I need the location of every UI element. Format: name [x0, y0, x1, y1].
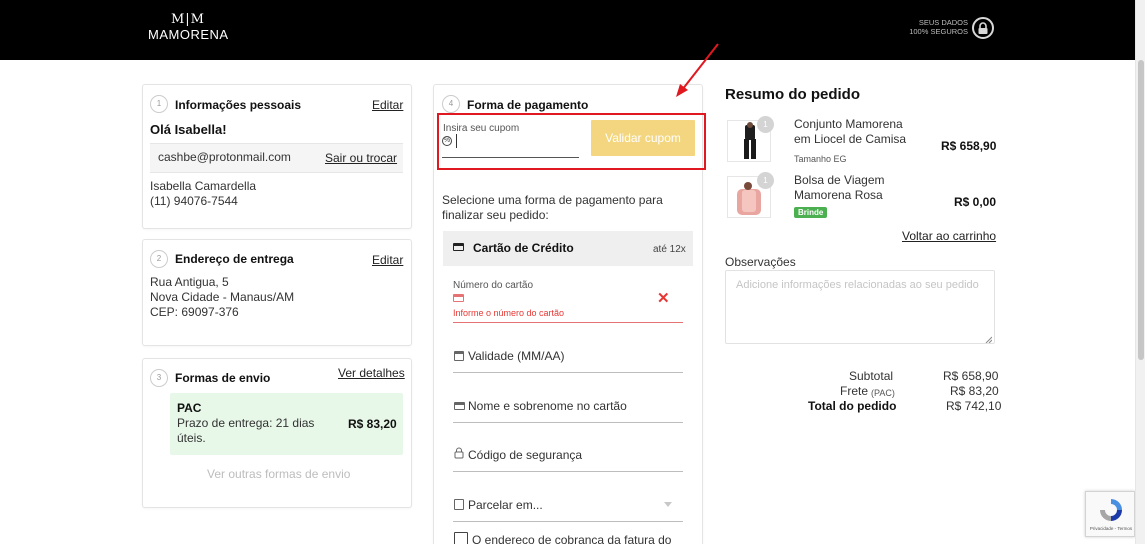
- logo-mark: M|M: [170, 12, 205, 27]
- payment-instruction-2: finalizar seu pedido:: [442, 208, 549, 222]
- order-summary-title: Resumo do pedido: [725, 86, 860, 103]
- address-line-3: CEP: 69097-376: [150, 305, 239, 319]
- notes-textarea[interactable]: Adicione informações relacionadas ao seu…: [725, 270, 995, 344]
- card-number-input[interactable]: [468, 291, 648, 305]
- card-holder-underline: [453, 422, 683, 423]
- address-line-1: Rua Antigua, 5: [150, 275, 229, 289]
- step-1-indicator: 1: [150, 95, 168, 113]
- coupon-highlight-annotation: [437, 113, 706, 170]
- subtotal-label: Subtotal: [849, 369, 894, 383]
- page-scrollbar[interactable]: [1135, 0, 1145, 544]
- billing-address-label: O endereço de cobrança da fatura do: [472, 533, 672, 544]
- resize-handle-icon: [985, 336, 992, 343]
- step-3-indicator: 3: [150, 369, 168, 387]
- edit-personal-link[interactable]: Editar: [372, 98, 403, 112]
- other-shipping-link[interactable]: Ver outras formas de envio: [207, 467, 350, 482]
- validity-input[interactable]: Validade (MM/AA): [468, 349, 564, 363]
- secure-data-note: SEUS DADOS 100% SEGUROS: [909, 18, 968, 36]
- total-label: Total do pedido: [808, 399, 897, 413]
- address-line-2: Nova Cidade - Manaus/AM: [150, 290, 295, 304]
- card-number-icon: [453, 294, 464, 302]
- card-number-label: Número do cartão: [453, 280, 534, 291]
- card-holder-input[interactable]: Nome e sobrenome no cartão: [468, 399, 627, 413]
- installments-select[interactable]: Parcelar em...: [468, 498, 543, 512]
- shipping-deadline-2: úteis.: [177, 431, 206, 445]
- total-value: R$ 742,10: [946, 399, 1002, 413]
- card-number-error: Informe o número do cartão: [453, 308, 565, 318]
- billing-address-checkbox[interactable]: [454, 532, 468, 544]
- payment-title: Forma de pagamento: [467, 98, 589, 112]
- item-1-name-1: Conjunto Mamorena: [794, 117, 903, 131]
- installments-note: até 12x: [653, 244, 686, 255]
- item-1-variant: Tamanho EG: [794, 154, 847, 164]
- secure-line-1: SEUS DADOS: [918, 18, 968, 27]
- credit-card-icon: [453, 243, 464, 251]
- item-2-quantity: 1: [757, 172, 774, 189]
- card-number-underline: [453, 322, 683, 323]
- logout-switch-link[interactable]: Sair ou trocar: [325, 151, 397, 165]
- shipping-details-link[interactable]: Ver detalhes: [338, 366, 405, 380]
- user-email: cashbe@protonmail.com: [158, 150, 291, 164]
- secure-line-2: 100% SEGUROS: [909, 27, 968, 36]
- logo-text: MAMORENA: [148, 27, 229, 42]
- card-holder-icon: [454, 402, 465, 410]
- security-code-underline: [453, 471, 683, 472]
- step-4-indicator: 4: [442, 95, 460, 113]
- item-2-name-2: Mamorena Rosa: [794, 188, 883, 202]
- padlock-icon: [454, 447, 464, 459]
- back-to-cart-link[interactable]: Voltar ao carrinho: [902, 229, 996, 243]
- credit-card-label: Cartão de Crédito: [473, 241, 574, 255]
- installments-icon: [454, 499, 464, 510]
- gift-badge: Brinde: [794, 207, 828, 218]
- payment-instruction-1: Selecione uma forma de pagamento para: [442, 193, 663, 207]
- installments-underline: [453, 521, 683, 522]
- item-2-price: R$ 0,00: [954, 195, 997, 209]
- shipping-deadline-1: Prazo de entrega: 21 dias: [177, 416, 315, 430]
- item-1-name-2: em Liocel de Camisa: [794, 132, 907, 146]
- scrollbar-thumb[interactable]: [1138, 60, 1144, 360]
- validity-underline: [453, 372, 683, 373]
- item-1-quantity: 1: [757, 116, 774, 133]
- mamorena-logo[interactable]: M|M MAMORENA: [148, 13, 228, 43]
- item-1-price: R$ 658,90: [941, 139, 997, 153]
- shipping-value: R$ 83,20: [950, 384, 999, 398]
- calendar-icon: [454, 351, 464, 361]
- clear-card-number-icon[interactable]: ✕: [657, 289, 670, 307]
- shipping-label: Frete: [840, 384, 869, 398]
- shipping-price: R$ 83,20: [348, 417, 397, 431]
- recaptcha-text[interactable]: Privacidade - Termos: [1089, 526, 1133, 531]
- lock-icon: [972, 17, 994, 39]
- recaptcha-icon: [1100, 499, 1122, 521]
- edit-address-link[interactable]: Editar: [372, 253, 403, 267]
- step-2-indicator: 2: [150, 250, 168, 268]
- recaptcha-badge[interactable]: Privacidade - Termos: [1085, 491, 1135, 537]
- item-2-name-1: Bolsa de Viagem: [794, 173, 885, 187]
- user-phone: (11) 94076-7544: [150, 194, 238, 208]
- security-code-input[interactable]: Código de segurança: [468, 448, 582, 462]
- address-title: Endereço de entrega: [175, 252, 294, 266]
- shipping-method-name: PAC: [177, 401, 202, 415]
- subtotal-value: R$ 658,90: [943, 369, 999, 383]
- notes-label: Observações: [725, 255, 796, 269]
- shipping-title: Formas de envio: [175, 371, 271, 385]
- personal-info-title: Informações pessoais: [175, 98, 302, 112]
- header-bar: M|M MAMORENA SEUS DADOS 100% SEGUROS: [0, 0, 1145, 60]
- user-name: Isabella Camardella: [150, 179, 257, 193]
- annotation-arrow: [676, 43, 719, 97]
- greeting: Olá Isabella!: [150, 122, 227, 137]
- chevron-down-icon[interactable]: [664, 502, 672, 507]
